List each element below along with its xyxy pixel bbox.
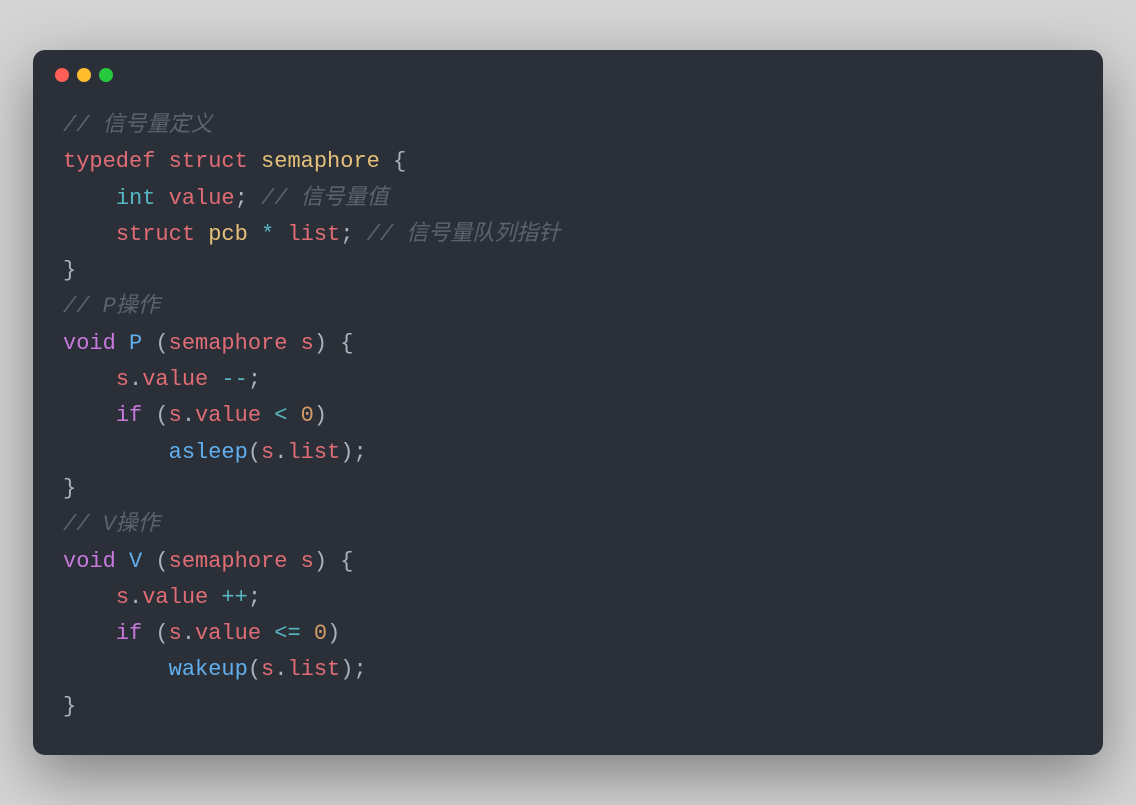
code-keyword: struct xyxy=(169,149,248,174)
window-titlebar xyxy=(33,50,1103,90)
code-number: 0 xyxy=(301,403,314,428)
code-identifier: list xyxy=(287,657,340,682)
code-identifier: list xyxy=(287,440,340,465)
code-brace: } xyxy=(63,476,76,501)
code-identifier: value xyxy=(142,585,208,610)
code-param: semaphore s xyxy=(169,331,314,356)
code-function: P xyxy=(116,331,156,356)
code-punct: . xyxy=(182,621,195,646)
code-keyword: if xyxy=(116,621,142,646)
code-function: V xyxy=(116,549,156,574)
code-indent xyxy=(63,403,116,428)
code-keyword: typedef xyxy=(63,149,155,174)
code-indent xyxy=(63,222,116,247)
code-comment: // 信号量队列指针 xyxy=(353,222,560,247)
code-number: 0 xyxy=(314,621,327,646)
code-comment: // P操作 xyxy=(63,294,160,319)
code-keyword: struct xyxy=(116,222,195,247)
code-identifier: value xyxy=(142,367,208,392)
code-content: // 信号量定义 typedef struct semaphore { int … xyxy=(33,90,1103,755)
code-paren: ( xyxy=(248,440,261,465)
code-paren: ( xyxy=(155,331,168,356)
close-icon[interactable] xyxy=(55,68,69,82)
code-indent xyxy=(63,657,169,682)
code-paren: ) xyxy=(340,657,353,682)
code-operator: * xyxy=(261,222,274,247)
code-operator: < xyxy=(261,403,301,428)
code-paren: ( xyxy=(248,657,261,682)
code-punct: ; xyxy=(235,186,248,211)
code-identifier: s xyxy=(169,403,182,428)
code-keyword: if xyxy=(116,403,142,428)
code-identifier: s xyxy=(261,657,274,682)
code-operator: <= xyxy=(261,621,314,646)
code-indent xyxy=(63,585,116,610)
code-paren: ) xyxy=(340,440,353,465)
code-punct: . xyxy=(129,585,142,610)
maximize-icon[interactable] xyxy=(99,68,113,82)
code-identifier: s xyxy=(116,585,129,610)
code-identifier: list xyxy=(274,222,340,247)
code-indent xyxy=(63,621,116,646)
code-punct: . xyxy=(182,403,195,428)
code-identifier: s xyxy=(116,367,129,392)
code-punct: . xyxy=(274,657,287,682)
code-window: // 信号量定义 typedef struct semaphore { int … xyxy=(33,50,1103,755)
code-function: wakeup xyxy=(169,657,248,682)
code-keyword: void xyxy=(63,331,116,356)
code-identifier: value xyxy=(195,621,261,646)
code-indent xyxy=(63,186,116,211)
code-punct: ; xyxy=(248,367,261,392)
code-punct: ; xyxy=(248,585,261,610)
code-param: semaphore s xyxy=(169,549,314,574)
code-punct: . xyxy=(129,367,142,392)
code-brace: } xyxy=(63,694,76,719)
code-paren: ) xyxy=(314,331,327,356)
code-punct: ; xyxy=(340,222,353,247)
code-type: pcb xyxy=(195,222,261,247)
code-comment: // V操作 xyxy=(63,512,160,537)
code-indent xyxy=(63,367,116,392)
code-paren: ( xyxy=(142,621,168,646)
code-indent xyxy=(63,440,169,465)
code-brace: } xyxy=(63,258,76,283)
code-type: semaphore xyxy=(261,149,380,174)
code-operator: -- xyxy=(208,367,248,392)
code-punct: . xyxy=(274,440,287,465)
code-operator: ++ xyxy=(208,585,248,610)
code-identifier: value xyxy=(195,403,261,428)
code-keyword: void xyxy=(63,549,116,574)
code-type: int xyxy=(116,186,156,211)
code-brace: { xyxy=(327,549,353,574)
code-comment: // 信号量定义 xyxy=(63,113,213,138)
code-function: asleep xyxy=(169,440,248,465)
code-identifier: value xyxy=(155,186,234,211)
code-paren: ( xyxy=(142,403,168,428)
code-paren: ) xyxy=(327,621,340,646)
code-brace: { xyxy=(380,149,406,174)
code-identifier: s xyxy=(261,440,274,465)
code-identifier: s xyxy=(169,621,182,646)
minimize-icon[interactable] xyxy=(77,68,91,82)
code-paren: ( xyxy=(155,549,168,574)
code-punct: ; xyxy=(353,440,366,465)
code-punct: ; xyxy=(353,657,366,682)
code-paren: ) xyxy=(314,549,327,574)
code-brace: { xyxy=(327,331,353,356)
code-comment: // 信号量值 xyxy=(248,186,389,211)
code-paren: ) xyxy=(314,403,327,428)
